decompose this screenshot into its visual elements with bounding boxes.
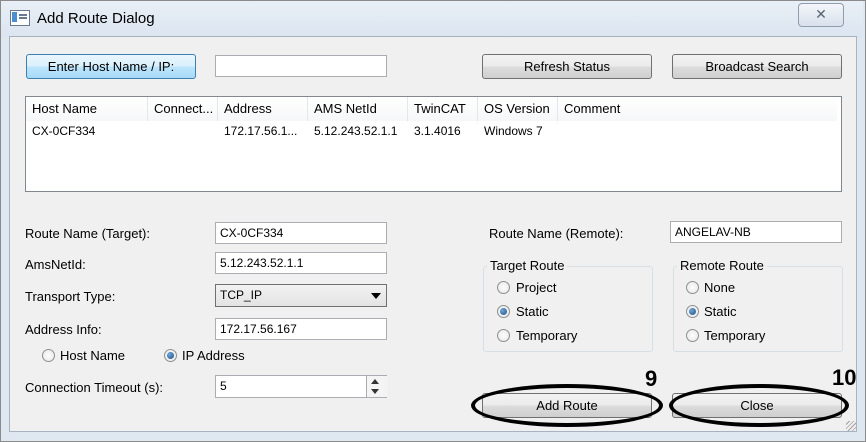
remote-route-title: Remote Route xyxy=(677,258,767,273)
route-name-remote-input[interactable]: ANGELAV-NB xyxy=(670,221,842,243)
amsnetid-input[interactable]: 5.12.243.52.1.1 xyxy=(215,252,387,274)
annotation-number-9: 9 xyxy=(645,366,658,391)
remote-temporary-label: Temporary xyxy=(704,328,766,343)
transport-type-label: Transport Type: xyxy=(25,289,116,304)
column-header-connected[interactable]: Connect... xyxy=(148,97,218,121)
annotation-number-10: 10 xyxy=(832,365,857,390)
remote-temporary-radio[interactable] xyxy=(686,329,699,342)
column-header-comment[interactable]: Comment xyxy=(558,97,837,121)
resize-grip-icon[interactable] xyxy=(846,421,856,431)
broadcast-search-button[interactable]: Broadcast Search xyxy=(672,54,842,79)
target-project-radio[interactable] xyxy=(497,281,510,294)
transport-type-select[interactable]: TCP_IP xyxy=(215,284,387,307)
amsnetid-label: AmsNetId: xyxy=(25,257,86,272)
host-list[interactable]: Host Name Connect... Address AMS NetId T… xyxy=(25,96,842,192)
route-name-target-input[interactable]: CX-0CF334 xyxy=(215,222,387,244)
remote-static-radio[interactable] xyxy=(686,305,699,318)
chevron-down-icon[interactable] xyxy=(371,293,381,299)
target-temporary-radio[interactable] xyxy=(497,329,510,342)
target-static-radio[interactable] xyxy=(497,305,510,318)
transport-type-value: TCP_IP xyxy=(220,288,263,302)
window-title: Add Route Dialog xyxy=(37,10,155,27)
enter-host-button[interactable]: Enter Host Name / IP: xyxy=(26,54,196,79)
cell-ams-netid: 5.12.243.52.1.1 xyxy=(314,124,398,138)
cell-os-version: Windows 7 xyxy=(484,124,543,138)
ip-address-radio-label: IP Address xyxy=(182,348,245,363)
target-static-label: Static xyxy=(516,304,549,319)
window-close-button[interactable]: ✕ xyxy=(798,3,844,27)
connection-timeout-input[interactable]: 5 xyxy=(215,375,387,398)
host-ip-input[interactable] xyxy=(215,55,387,77)
spin-down-icon[interactable] xyxy=(371,389,379,394)
cell-address: 172.17.56.1... xyxy=(224,124,298,138)
target-temporary-label: Temporary xyxy=(516,328,578,343)
host-name-radio-label: Host Name xyxy=(60,348,126,363)
host-name-radio[interactable] xyxy=(42,349,55,362)
column-header-os-version[interactable]: OS Version xyxy=(478,97,558,121)
column-header-twincat[interactable]: TwinCAT xyxy=(408,97,478,121)
remote-none-label: None xyxy=(704,280,736,295)
connection-timeout-label: Connection Timeout (s): xyxy=(25,380,164,395)
route-name-remote-label: Route Name (Remote): xyxy=(489,226,624,241)
close-highlight-ellipse xyxy=(669,384,849,427)
target-project-label: Project xyxy=(516,280,557,295)
cell-twincat: 3.1.4016 xyxy=(414,124,461,138)
target-route-title: Target Route xyxy=(487,258,568,273)
address-info-input[interactable]: 172.17.56.167 xyxy=(215,318,387,340)
add-route-highlight-ellipse xyxy=(471,384,663,427)
app-window-icon xyxy=(10,10,30,26)
remote-static-label: Static xyxy=(704,304,737,319)
column-header-ams-netid[interactable]: AMS NetId xyxy=(308,97,408,121)
cell-host-name: CX-0CF334 xyxy=(32,124,96,138)
route-name-target-label: Route Name (Target): xyxy=(25,226,150,241)
column-header-host-name[interactable]: Host Name xyxy=(26,97,148,121)
ip-address-radio[interactable] xyxy=(164,349,177,362)
address-info-label: Address Info: xyxy=(25,322,102,337)
spin-up-icon[interactable] xyxy=(371,379,379,384)
refresh-status-button[interactable]: Refresh Status xyxy=(482,54,652,79)
column-header-address[interactable]: Address xyxy=(218,97,308,121)
remote-none-radio[interactable] xyxy=(686,281,699,294)
